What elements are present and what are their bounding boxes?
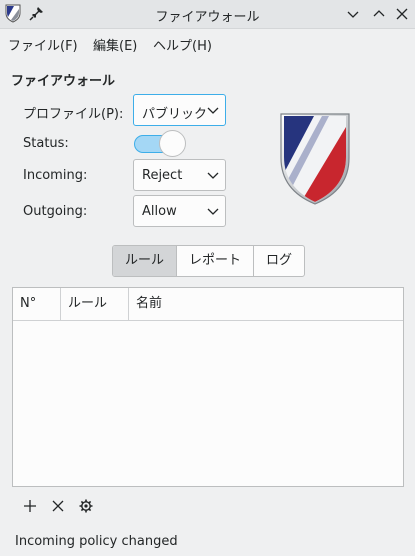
tab-log[interactable]: ログ (254, 246, 304, 276)
shield-icon (280, 113, 350, 205)
title-bar: ファイアウォール (0, 0, 415, 29)
menu-help[interactable]: ヘルプ(H) (153, 35, 212, 54)
profile-value: パブリック (142, 107, 208, 122)
maximize-chevron-icon[interactable] (370, 5, 388, 23)
section-title: ファイアウォール (11, 74, 116, 89)
profile-select[interactable]: パブリック (133, 94, 226, 126)
add-icon[interactable] (22, 498, 38, 514)
status-bar-text: Incoming policy changed (15, 534, 178, 549)
incoming-value: Reject (142, 168, 183, 183)
minimize-chevron-icon[interactable] (344, 5, 362, 23)
menu-edit[interactable]: 編集(E) (93, 35, 137, 54)
rules-table[interactable]: N° ルール 名前 (12, 287, 404, 487)
outgoing-select[interactable]: Allow (133, 195, 226, 227)
rules-toolbar (12, 487, 404, 525)
column-header-number[interactable]: N° (13, 288, 61, 320)
column-header-name[interactable]: 名前 (129, 288, 403, 320)
outgoing-value: Allow (142, 204, 177, 219)
close-icon[interactable] (393, 5, 411, 23)
menu-bar: ファイル(F) 編集(E) ヘルプ(H) (0, 29, 415, 55)
status-label: Status: (23, 136, 69, 151)
toggle-knob (159, 130, 186, 157)
incoming-select[interactable]: Reject (133, 159, 226, 191)
remove-icon[interactable] (50, 498, 66, 514)
settings-icon[interactable] (78, 498, 94, 514)
column-header-rule[interactable]: ルール (61, 288, 129, 320)
incoming-label: Incoming: (23, 168, 88, 183)
menu-file[interactable]: ファイル(F) (8, 35, 78, 54)
tab-report[interactable]: レポート (177, 246, 254, 276)
profile-label: プロファイル(P): (23, 107, 124, 122)
chevron-down-icon (207, 208, 219, 215)
tab-rules[interactable]: ルール (113, 246, 177, 276)
view-tabs: ルール レポート ログ (112, 245, 305, 277)
outgoing-label: Outgoing: (23, 204, 88, 219)
status-toggle[interactable] (134, 130, 186, 157)
chevron-down-icon (207, 107, 219, 114)
table-header: N° ルール 名前 (13, 288, 403, 321)
chevron-down-icon (207, 172, 219, 179)
